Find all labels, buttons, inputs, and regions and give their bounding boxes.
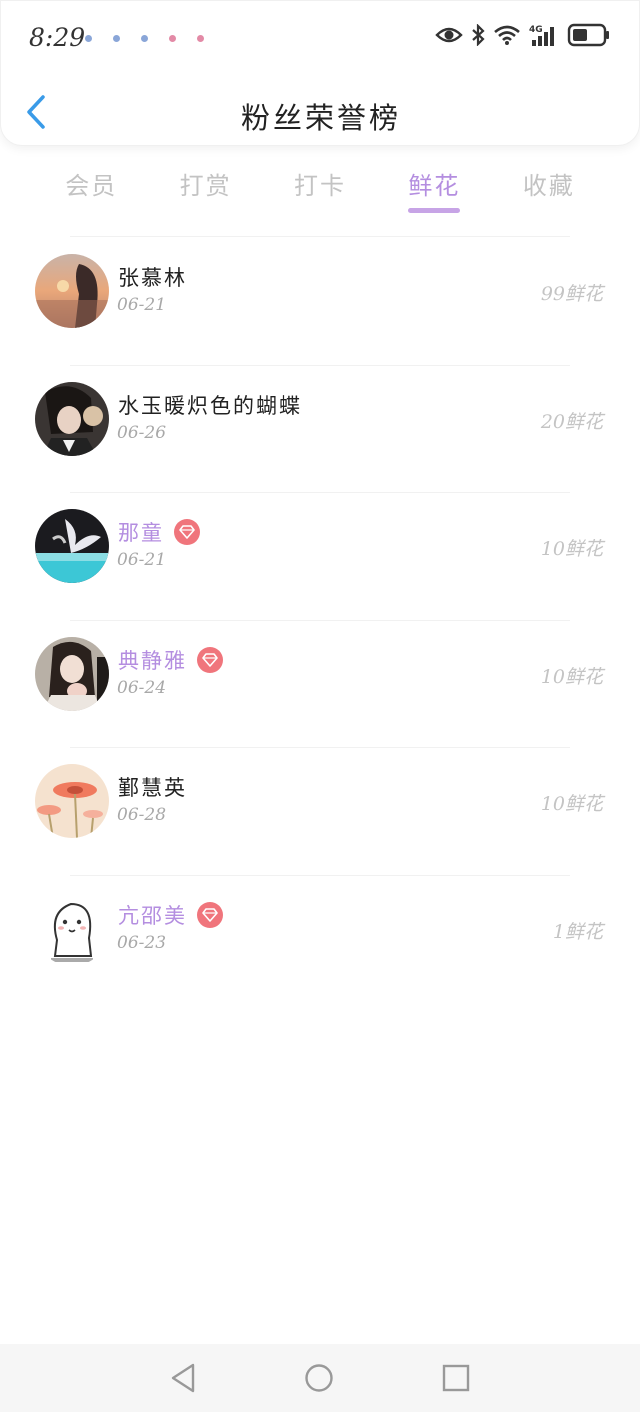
recents-square-icon: [442, 1364, 470, 1392]
tab-label: 收藏: [522, 172, 575, 200]
page-title: 粉丝荣誉榜: [240, 101, 401, 135]
fan-name: 那童: [118, 521, 164, 545]
tab-label: 打赏: [179, 172, 232, 200]
name-line: 那童: [118, 517, 200, 547]
name-line: 亢邵美: [118, 900, 223, 930]
svg-text:4G: 4G: [529, 25, 543, 35]
eye-icon: [435, 25, 463, 45]
tab-label: 鲜花: [408, 172, 461, 200]
battery-icon: [567, 23, 611, 47]
nav-recents-button[interactable]: [439, 1361, 473, 1395]
fan-date: 06-21: [117, 295, 167, 315]
flower-count: 10鲜花: [540, 665, 603, 688]
fan-name: 张慕林: [118, 266, 187, 290]
fan-date: 06-21: [117, 550, 167, 570]
notification-dot: [197, 35, 204, 42]
list-item[interactable]: 那童 06-21 10鲜花: [0, 493, 640, 621]
avatar: [35, 381, 109, 456]
back-triangle-icon: [171, 1363, 195, 1393]
notification-dot: [169, 35, 176, 42]
home-circle-icon: [305, 1364, 333, 1392]
flower-count: 10鲜花: [540, 538, 603, 560]
name-line: 水玉暖炽色的蝴蝶: [118, 390, 302, 420]
flower-count: 20鲜花: [540, 410, 603, 433]
list-item[interactable]: 鄞慧英 06-28 10鲜花: [0, 748, 640, 876]
tab-label: 打卡: [294, 172, 347, 200]
avatar: [35, 509, 109, 583]
avatar: [35, 636, 109, 711]
system-nav-bar: [0, 1344, 640, 1412]
name-line: 典静雅: [118, 645, 223, 675]
list-item[interactable]: 典静雅 06-24 10鲜花: [0, 621, 640, 748]
flower-count: 1鲜花: [552, 920, 603, 943]
bluetooth-icon: [471, 24, 485, 46]
vip-diamond-icon: [197, 901, 223, 928]
fan-name: 鄞慧英: [118, 776, 187, 800]
list-item[interactable]: 水玉暖炽色的蝴蝶 06-26 20鲜花: [0, 366, 640, 493]
tab-label: 会员: [65, 172, 118, 200]
name-line: 鄞慧英: [118, 772, 187, 802]
notification-dots: [85, 35, 204, 42]
flower-count: 10鲜花: [540, 793, 603, 815]
list-item[interactable]: 亢邵美 06-23 1鲜花: [0, 876, 640, 1004]
app-screen: 8:29 4G 粉丝荣誉榜 会员 打赏 打卡 鲜花 收藏 张慕林 06-21 9…: [0, 0, 640, 1412]
status-time: 8:29: [29, 23, 86, 52]
fan-date: 06-23: [117, 932, 167, 953]
fan-name: 水玉暖炽色的蝴蝶: [118, 393, 302, 418]
signal-4g-icon: 4G: [529, 23, 559, 47]
fan-date: 06-26: [117, 422, 167, 443]
list-item[interactable]: 张慕林 06-21 99鲜花: [0, 238, 640, 366]
status-bar: 8:29 4G: [1, 1, 640, 75]
tab-checkin[interactable]: 打卡: [263, 160, 377, 216]
notification-dot: [141, 35, 148, 42]
fan-date: 06-28: [117, 805, 167, 825]
divider: [70, 236, 570, 237]
notification-dot: [85, 35, 92, 42]
fan-name: 亢邵美: [118, 903, 187, 928]
notification-dot: [113, 35, 120, 42]
fan-list: 张慕林 06-21 99鲜花 水玉暖炽色的蝴蝶 06-26 20鲜花 那童 06…: [0, 238, 640, 1003]
nav-back-button[interactable]: [167, 1361, 201, 1395]
tab-member[interactable]: 会员: [34, 160, 148, 216]
avatar: [35, 254, 109, 328]
header-card: 8:29 4G 粉丝荣誉榜: [0, 0, 640, 146]
page-header: 粉丝荣誉榜: [1, 75, 640, 147]
vip-diamond-icon: [174, 519, 200, 545]
tab-bar: 会员 打赏 打卡 鲜花 收藏: [34, 160, 606, 216]
tab-reward[interactable]: 打赏: [148, 160, 262, 216]
fan-name: 典静雅: [118, 648, 187, 673]
tab-flowers[interactable]: 鲜花: [377, 160, 491, 216]
fan-date: 06-24: [117, 677, 167, 698]
status-icons: 4G: [435, 23, 611, 47]
avatar: [35, 891, 109, 966]
active-tab-indicator: [408, 208, 461, 213]
flower-count: 99鲜花: [540, 283, 603, 305]
avatar: [35, 764, 109, 838]
wifi-icon: [493, 24, 521, 46]
tab-favorites[interactable]: 收藏: [492, 160, 606, 216]
vip-diamond-icon: [197, 646, 223, 673]
name-line: 张慕林: [118, 262, 187, 292]
nav-home-button[interactable]: [302, 1361, 336, 1395]
